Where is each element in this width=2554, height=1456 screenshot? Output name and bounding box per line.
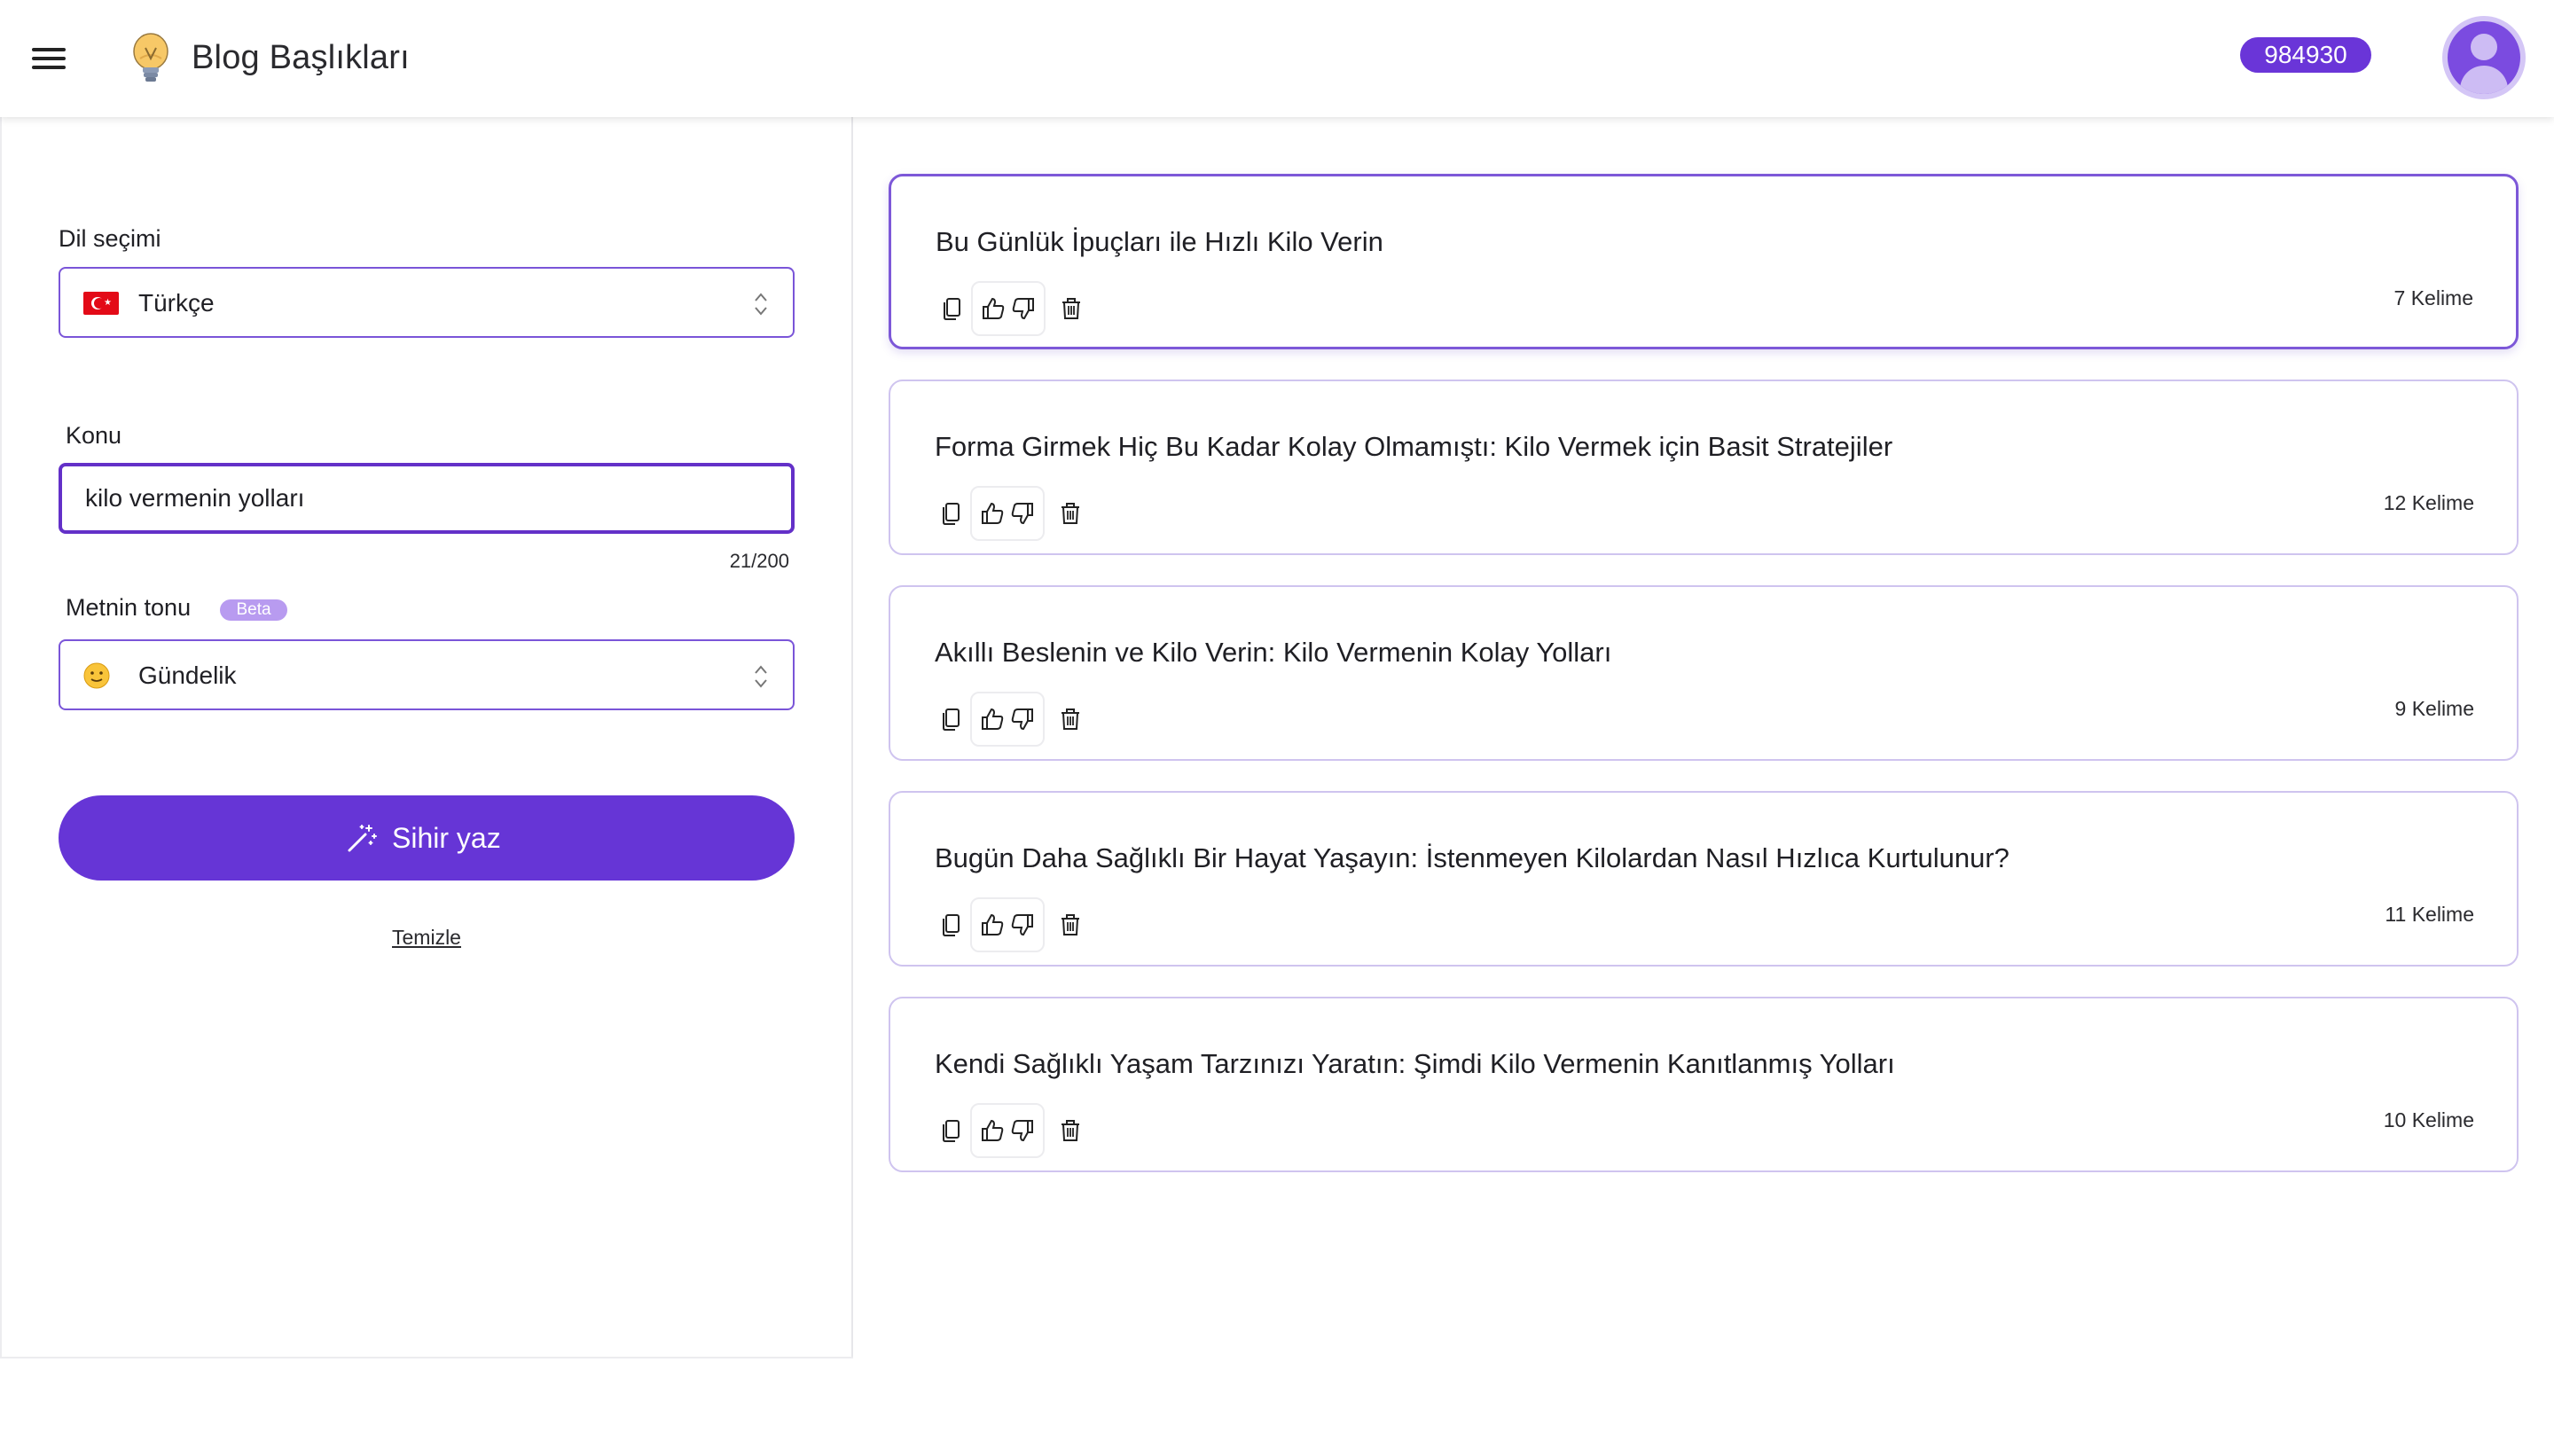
user-icon <box>2448 21 2520 94</box>
lightbulb-logo-icon <box>133 33 168 82</box>
word-count: 10 Kelime <box>2383 1108 2474 1131</box>
result-title[interactable]: Bugün Daha Sağlıklı Bir Hayat Yaşayın: İ… <box>935 842 2010 874</box>
tone-label: Metnin tonu <box>66 594 192 621</box>
trash-icon[interactable] <box>1057 706 1084 732</box>
char-count: 21/200 <box>729 550 789 572</box>
thumbs-up-icon[interactable] <box>979 912 1006 938</box>
result-card: Akıllı Beslenin ve Kilo Verin: Kilo Verm… <box>889 585 2519 761</box>
copy-icon[interactable] <box>938 1117 965 1144</box>
thumbs-down-icon[interactable] <box>1009 500 1036 527</box>
result-title[interactable]: Kendi Sağlıklı Yaşam Tarzınızı Yaratın: … <box>935 1048 1895 1080</box>
tone-value: Gündelik <box>138 661 237 689</box>
generate-button-label: Sihir yaz <box>392 822 501 854</box>
tone-select[interactable]: Gündelik <box>59 639 795 710</box>
copy-icon[interactable] <box>939 295 966 322</box>
result-card: Forma Girmek Hiç Bu Kadar Kolay Olmamışt… <box>889 380 2519 555</box>
clear-link[interactable]: Temizle <box>0 926 853 950</box>
word-count: 9 Kelime <box>2394 697 2474 720</box>
copy-icon[interactable] <box>938 706 965 732</box>
language-value: Türkçe <box>138 289 215 317</box>
result-title[interactable]: Akıllı Beslenin ve Kilo Verin: Kilo Verm… <box>935 637 1611 669</box>
result-title[interactable]: Forma Girmek Hiç Bu Kadar Kolay Olmamışt… <box>935 431 1892 463</box>
result-card: Kendi Sağlıklı Yaşam Tarzınızı Yaratın: … <box>889 997 2519 1172</box>
trash-icon[interactable] <box>1057 500 1084 527</box>
trash-icon[interactable] <box>1057 912 1084 938</box>
panel-divider <box>0 1357 853 1358</box>
turkey-flag-icon: ★ <box>83 292 119 315</box>
topic-input[interactable] <box>59 463 795 534</box>
app-header: Blog Başlıkları 984930 <box>0 0 2554 117</box>
slightly-smiling-face-icon <box>83 662 110 689</box>
thumbs-up-icon[interactable] <box>980 295 1007 322</box>
select-chevron-icon <box>755 293 767 316</box>
trash-icon[interactable] <box>1057 1117 1084 1144</box>
thumbs-down-icon[interactable] <box>1010 295 1037 322</box>
word-count: 11 Kelime <box>2385 903 2474 926</box>
app-title: Blog Başlıkları <box>192 39 410 76</box>
thumbs-up-icon[interactable] <box>979 1117 1006 1144</box>
language-select[interactable]: ★ Türkçe <box>59 267 795 338</box>
topic-label: Konu <box>66 422 122 449</box>
trash-icon[interactable] <box>1058 295 1085 322</box>
select-chevron-icon <box>755 665 767 688</box>
thumbs-down-icon[interactable] <box>1009 706 1036 732</box>
beta-badge: Beta <box>220 599 287 621</box>
word-count: 12 Kelime <box>2383 491 2474 514</box>
thumbs-down-icon[interactable] <box>1009 1117 1036 1144</box>
copy-icon[interactable] <box>938 912 965 938</box>
user-avatar[interactable] <box>2442 16 2526 99</box>
thumbs-down-icon[interactable] <box>1009 912 1036 938</box>
menu-icon[interactable] <box>30 43 69 74</box>
word-count: 7 Kelime <box>2393 286 2473 309</box>
result-card: Bugün Daha Sağlıklı Bir Hayat Yaşayın: İ… <box>889 791 2519 967</box>
thumbs-up-icon[interactable] <box>979 500 1006 527</box>
language-label: Dil seçimi <box>59 225 161 252</box>
result-title[interactable]: Bu Günlük İpuçları ile Hızlı Kilo Verin <box>936 226 1383 258</box>
credits-badge: 984930 <box>2240 37 2371 73</box>
copy-icon[interactable] <box>938 500 965 527</box>
thumbs-up-icon[interactable] <box>979 706 1006 732</box>
generate-button[interactable]: Sihir yaz <box>59 795 795 881</box>
result-card: Bu Günlük İpuçları ile Hızlı Kilo Verin <box>889 174 2519 349</box>
magic-wand-icon <box>348 825 377 852</box>
